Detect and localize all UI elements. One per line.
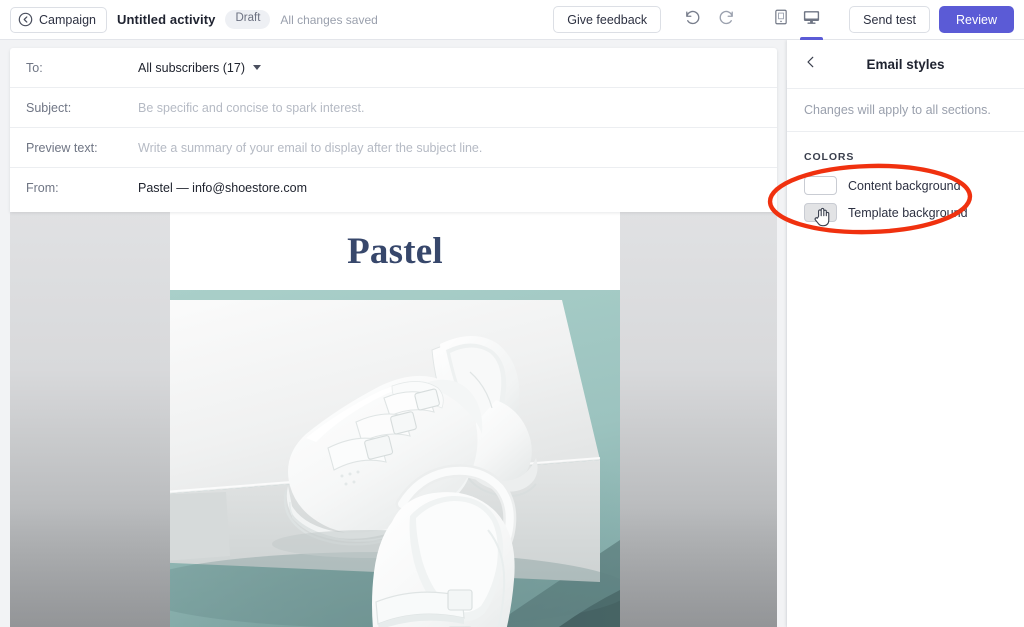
tab-desktop-preview[interactable]: [796, 0, 827, 40]
undo-redo-group: [675, 3, 743, 37]
panel-note: Changes will apply to all sections.: [787, 89, 1024, 132]
tab-mobile-preview[interactable]: [765, 0, 796, 40]
panel-title: Email styles: [866, 56, 945, 72]
hero-image-block[interactable]: [170, 290, 620, 627]
chevron-down-icon[interactable]: [252, 65, 261, 70]
app-root: Campaign Untitled activity Draft All cha…: [0, 0, 1024, 627]
content-background-swatch[interactable]: [804, 176, 837, 195]
send-test-button[interactable]: Send test: [849, 6, 930, 33]
email-styles-panel: Email styles Changes will apply to all s…: [787, 40, 1024, 627]
colors-section-title: COLORS: [804, 151, 855, 163]
chevron-left-icon: [804, 55, 818, 74]
field-label-from: From:: [26, 181, 59, 195]
template-background-canvas[interactable]: Pastel: [10, 212, 777, 627]
brand-logo-text: Pastel: [347, 230, 443, 272]
field-label-to: To:: [26, 60, 43, 75]
field-label-preview-text: Preview text:: [26, 140, 98, 155]
status-badge: Draft: [225, 10, 271, 29]
email-logo-block[interactable]: Pastel: [170, 212, 620, 290]
panel-header: Email styles: [787, 40, 1024, 89]
desktop-preview-icon: [802, 8, 821, 31]
field-label-subject: Subject:: [26, 100, 72, 115]
from-address-value[interactable]: Pastel — info@shoestore.com: [138, 181, 307, 195]
sneakers-product-photo: [170, 290, 620, 627]
toolbar-right-group: Give feedback Send test Review: [553, 0, 1024, 40]
top-toolbar: Campaign Untitled activity Draft All cha…: [0, 0, 1024, 40]
activity-title: Untitled activity: [116, 12, 216, 27]
preview-mode-tabs: [765, 0, 827, 40]
template-background-swatch[interactable]: [804, 203, 837, 222]
preview-text-input[interactable]: Write a summary of your email to display…: [138, 141, 482, 155]
back-arrow-circle-icon: [18, 12, 33, 27]
save-status-text: All changes saved: [280, 12, 378, 27]
color-row-template-background[interactable]: Template background: [787, 199, 1024, 226]
color-row-content-background[interactable]: Content background: [787, 172, 1024, 199]
give-feedback-button[interactable]: Give feedback: [553, 6, 662, 33]
email-header-fields: To: All subscribers (17) Subject: Be spe…: [10, 48, 777, 212]
undo-arrow-icon: [683, 8, 702, 32]
undo-button[interactable]: [675, 3, 709, 37]
review-button[interactable]: Review: [939, 6, 1014, 33]
campaign-button-label: Campaign: [39, 12, 96, 27]
content-background-label: Content background: [848, 178, 961, 193]
panel-back-button[interactable]: [800, 53, 822, 75]
field-row-preview-text[interactable]: Preview text: Write a summary of your em…: [10, 128, 777, 168]
campaign-back-button[interactable]: Campaign: [10, 6, 107, 33]
redo-button[interactable]: [709, 3, 743, 37]
toolbar-left-group: Campaign Untitled activity Draft All cha…: [0, 6, 378, 33]
field-value-to[interactable]: All subscribers (17): [138, 61, 261, 75]
mobile-preview-icon: [773, 8, 789, 31]
recipient-list-text: All subscribers (17): [138, 60, 245, 75]
redo-arrow-icon: [717, 8, 736, 32]
field-row-from[interactable]: From: Pastel — info@shoestore.com: [10, 168, 777, 208]
field-row-subject[interactable]: Subject: Be specific and concise to spar…: [10, 88, 777, 128]
email-content-column[interactable]: Pastel: [170, 212, 620, 627]
email-editor-column: To: All subscribers (17) Subject: Be spe…: [10, 48, 777, 627]
template-background-label: Template background: [848, 205, 968, 220]
field-row-to[interactable]: To: All subscribers (17): [10, 48, 777, 88]
subject-input[interactable]: Be specific and concise to spark interes…: [138, 101, 365, 115]
